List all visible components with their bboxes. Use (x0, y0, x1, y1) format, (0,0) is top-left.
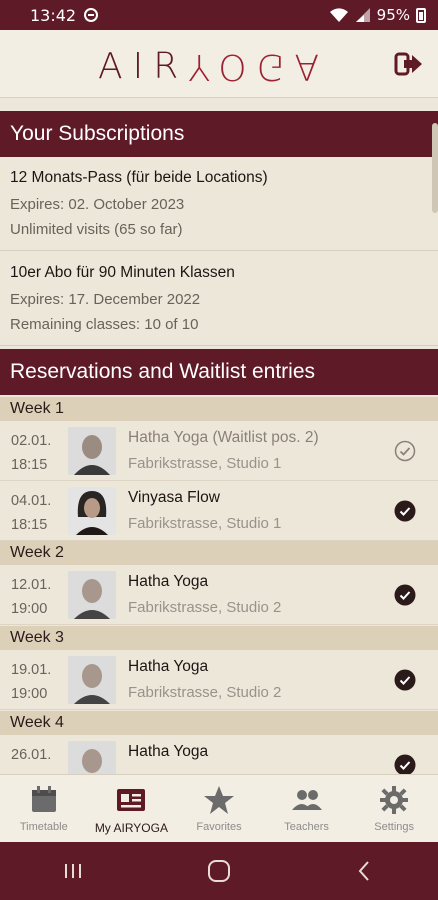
reservation-date: 04.01. (11, 493, 52, 509)
teacher-avatar (68, 571, 116, 619)
people-icon (291, 790, 322, 810)
tab-my-airyoga[interactable]: My AIRYOGA (88, 775, 176, 842)
id-card-icon (117, 789, 146, 811)
gear-icon (380, 786, 409, 814)
teacher-avatar (68, 427, 116, 475)
airyoga-logo: AIR YOGA (98, 45, 330, 87)
reservation-title: Vinyasa Flow (128, 489, 220, 506)
tab-timetable[interactable]: Timetable (0, 775, 88, 842)
logout-icon[interactable] (394, 50, 424, 78)
reservation-row[interactable]: 04.01. 18:15 Vinyasa Flow Fabrikstrasse,… (0, 481, 438, 541)
subscription-item[interactable]: 12 Monats-Pass (für beide Locations) Exp… (0, 157, 438, 251)
confirmed-check-icon[interactable] (394, 669, 416, 691)
reservation-time: 18:15 (11, 457, 48, 473)
calendar-icon (31, 786, 56, 812)
reservation-time: 19:00 (11, 601, 48, 617)
confirmed-check-icon[interactable] (394, 584, 416, 606)
reservation-datetime: 26.01. (11, 743, 51, 767)
subscriptions-header: Your Subscriptions (0, 111, 438, 157)
teacher-avatar (68, 487, 116, 535)
reservation-title: Hatha Yoga (128, 658, 209, 675)
reservation-time: 19:00 (11, 686, 48, 702)
do-not-disturb-icon (84, 8, 99, 22)
signal-icon (355, 8, 370, 22)
tab-label: My AIRYOGA (94, 821, 168, 835)
tab-label: Settings (374, 821, 415, 833)
subscription-item[interactable]: 10er Abo für 90 Minuten Klassen Expires:… (0, 252, 438, 346)
reservation-row[interactable]: 12.01. 19:00 Hatha Yoga Fabrikstrasse, S… (0, 565, 438, 625)
reservations-header: Reservations and Waitlist entries (0, 349, 438, 395)
back-icon[interactable] (351, 857, 379, 885)
week-header: Week 4 (0, 711, 438, 735)
tab-settings[interactable]: Settings (350, 775, 438, 842)
waitlist-check-icon[interactable] (394, 440, 416, 462)
reservation-time: 18:15 (11, 517, 48, 533)
reservation-title: Hatha Yoga (128, 573, 209, 590)
reservation-datetime: 02.01. 18:15 (11, 429, 51, 477)
reservation-title: Hatha Yoga (Waitlist pos. 2) (128, 429, 319, 446)
reservation-location: Fabrikstrasse, Studio 2 (128, 599, 282, 616)
home-icon[interactable] (205, 857, 233, 885)
tab-favorites[interactable]: Favorites (175, 775, 263, 842)
battery-percent: 95% (376, 6, 410, 24)
battery-icon (416, 7, 426, 23)
reservation-location: Fabrikstrasse, Studio 2 (128, 684, 282, 701)
week-header: Week 1 (0, 397, 438, 421)
system-nav-bar (0, 842, 438, 900)
confirmed-check-icon[interactable] (394, 754, 416, 776)
subscription-expiry: Expires: 02. October 2023 (10, 196, 185, 213)
logo-air: AIR (98, 45, 189, 87)
subscription-usage: Remaining classes: 10 of 10 (10, 316, 199, 333)
subscription-name: 12 Monats-Pass (für beide Locations) (10, 169, 268, 186)
tab-teachers[interactable]: Teachers (263, 775, 351, 842)
week-header: Week 3 (0, 626, 438, 650)
reservation-date: 19.01. (11, 662, 52, 678)
reservation-location: Fabrikstrasse, Studio 1 (128, 455, 282, 472)
subscription-name: 10er Abo für 90 Minuten Klassen (10, 264, 235, 281)
teacher-avatar (68, 656, 116, 704)
week-header: Week 2 (0, 541, 438, 565)
app-bar: AIR YOGA (0, 30, 438, 98)
wifi-icon (329, 8, 348, 22)
confirmed-check-icon[interactable] (394, 500, 416, 522)
reservation-date: 26.01. (11, 747, 52, 763)
logo-yoga-text: YOGA (188, 45, 330, 87)
reservation-location: Fabrikstrasse, Studio 1 (128, 515, 282, 532)
reservation-date: 02.01. (11, 433, 52, 449)
reservation-datetime: 19.01. 19:00 (11, 658, 51, 706)
tab-label: Favorites (196, 821, 242, 833)
reservation-title: Hatha Yoga (128, 743, 209, 760)
status-time: 13:42 (30, 5, 77, 25)
reservation-row[interactable]: 02.01. 18:15 Hatha Yoga (Waitlist pos. 2… (0, 421, 438, 481)
recent-apps-icon[interactable] (59, 857, 87, 885)
subscription-expiry: Expires: 17. December 2022 (10, 291, 201, 308)
bottom-tab-bar: Timetable My AIRYOGA Favorites Teachers … (0, 774, 438, 842)
reservation-row[interactable]: 19.01. 19:00 Hatha Yoga Fabrikstrasse, S… (0, 650, 438, 710)
reservation-datetime: 04.01. 18:15 (11, 489, 51, 537)
tab-label: Teachers (284, 821, 329, 833)
reservation-datetime: 12.01. 19:00 (11, 573, 51, 621)
reservation-date: 12.01. (11, 577, 52, 593)
status-right: 95% (329, 6, 426, 24)
subscription-usage: Unlimited visits (65 so far) (10, 221, 183, 238)
tab-label: Timetable (19, 821, 68, 833)
status-bar: 13:42 95% (0, 0, 438, 30)
star-icon (203, 786, 234, 814)
